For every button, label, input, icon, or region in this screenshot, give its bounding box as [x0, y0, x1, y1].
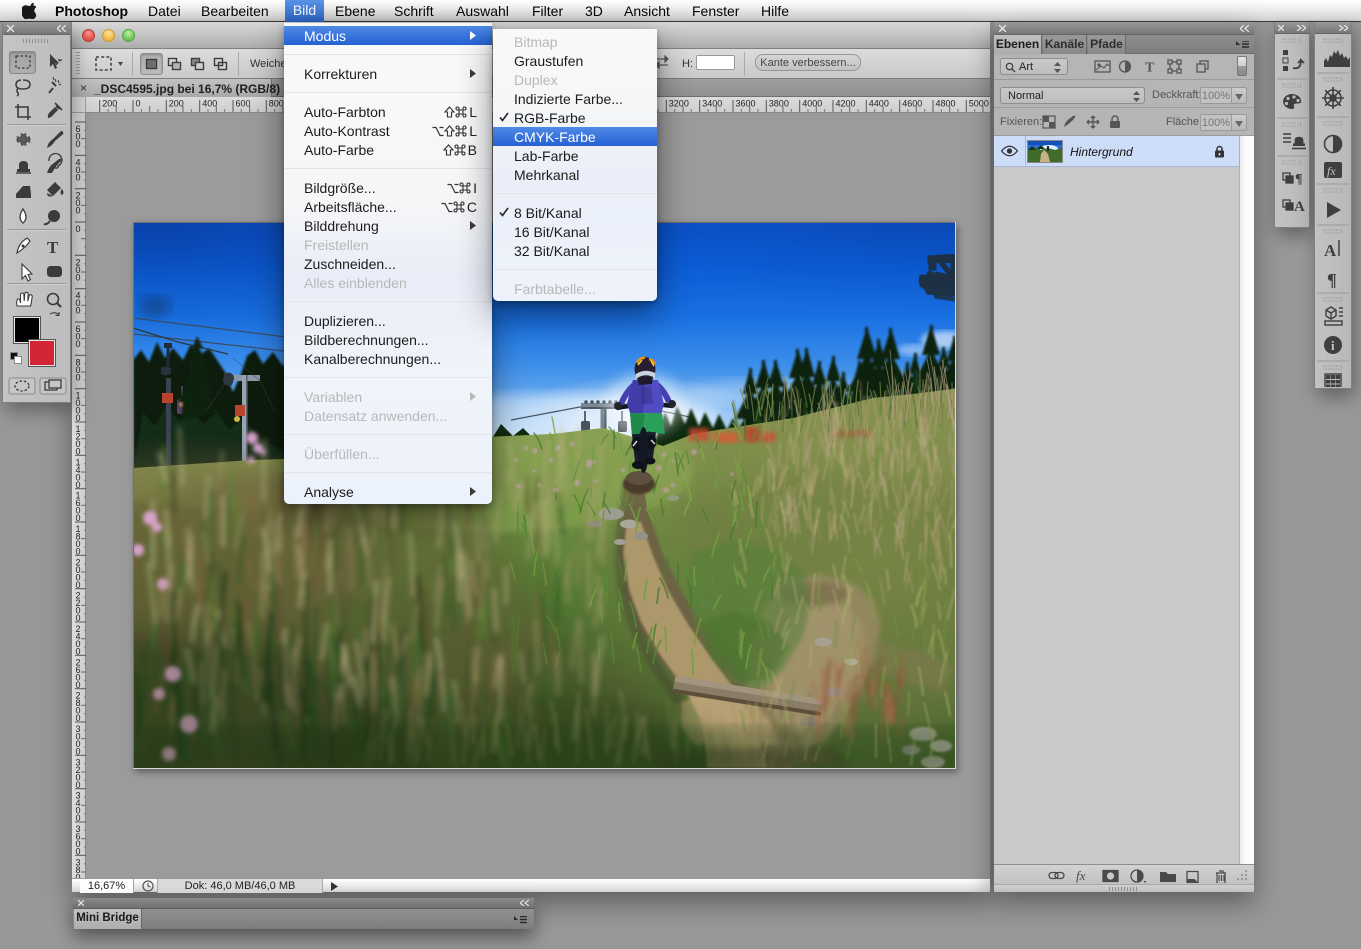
svg-text:0: 0: [76, 206, 81, 216]
svg-text:4600: 4600: [902, 99, 922, 109]
svg-text:4000: 4000: [802, 99, 822, 109]
svg-text:0: 0: [76, 372, 81, 382]
svg-text:fx: fx: [1076, 868, 1086, 883]
svg-text:4200: 4200: [836, 99, 856, 109]
svg-text:i: i: [1331, 338, 1335, 353]
svg-text:400: 400: [202, 99, 217, 109]
svg-text:0: 0: [76, 339, 81, 349]
svg-text:4800: 4800: [936, 99, 956, 109]
svg-text:¶: ¶: [1295, 172, 1303, 187]
svg-text:¶: ¶: [1327, 270, 1337, 290]
svg-text:0: 0: [76, 306, 81, 316]
svg-text:0: 0: [76, 272, 81, 282]
svg-text:3600: 3600: [736, 99, 756, 109]
svg-text:A: A: [1324, 241, 1337, 260]
svg-text:3800: 3800: [769, 99, 789, 109]
svg-text:600: 600: [236, 99, 251, 109]
svg-text:200: 200: [102, 99, 117, 109]
svg-text:800: 800: [269, 99, 284, 109]
svg-text:3400: 3400: [702, 99, 722, 109]
svg-text:T: T: [47, 238, 59, 257]
svg-text:5000: 5000: [969, 99, 989, 109]
svg-text:0: 0: [76, 224, 81, 234]
svg-text:0: 0: [136, 99, 141, 109]
svg-text:3200: 3200: [669, 99, 689, 109]
svg-text:fx: fx: [1327, 164, 1336, 178]
svg-text:A: A: [1294, 199, 1305, 215]
svg-text:200: 200: [169, 99, 184, 109]
svg-text:0: 0: [76, 172, 81, 182]
svg-text:T: T: [1145, 61, 1155, 75]
svg-text:0: 0: [76, 139, 81, 149]
svg-text:4400: 4400: [869, 99, 889, 109]
